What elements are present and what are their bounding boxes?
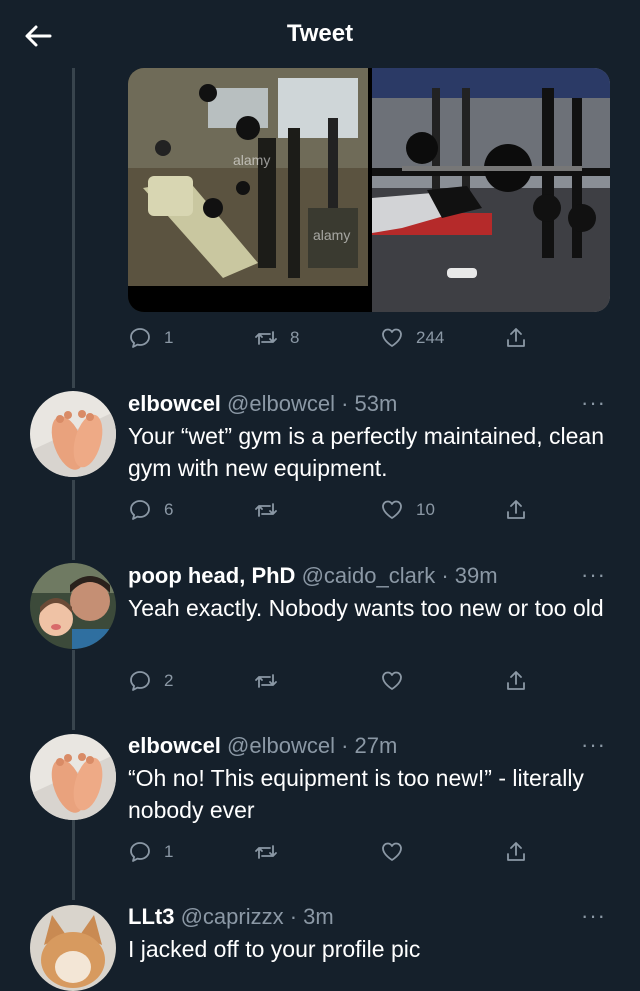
reply-icon — [130, 500, 150, 520]
tweet-text: Your “wet” gym is a perfectly maintained… — [128, 423, 604, 481]
retweet-button[interactable] — [254, 840, 290, 864]
share-icon — [507, 500, 525, 519]
like-count: 10 — [416, 500, 435, 519]
handle[interactable]: @elbowcel — [227, 391, 335, 416]
reply-tweet[interactable]: elbowcel @elbowcel · 53m ··· Your “wet” … — [128, 390, 618, 484]
more-icon[interactable]: ··· — [581, 390, 606, 416]
like-icon — [382, 842, 402, 861]
reply-tweet[interactable]: elbowcel @elbowcel · 27m ··· “Oh no! Thi… — [128, 732, 618, 826]
handle[interactable]: @caido_clark — [302, 563, 436, 588]
tweet-header: poop head, PhD @caido_clark · 39m — [128, 562, 618, 590]
thread-line — [72, 820, 75, 900]
share-icon — [507, 328, 525, 347]
timestamp: · 27m — [341, 733, 398, 758]
tweet-actions: 1 — [128, 840, 528, 870]
tweet-actions: 2 — [128, 669, 528, 699]
like-button[interactable]: 10 — [380, 498, 435, 522]
handle[interactable]: @caprizzx — [181, 904, 284, 929]
more-icon[interactable]: ··· — [581, 903, 606, 929]
thread-line — [72, 480, 75, 560]
header: Tweet — [0, 0, 640, 68]
tweet-media[interactable]: alamy alamy — [128, 68, 610, 312]
like-button[interactable] — [380, 840, 416, 864]
reply-icon — [130, 671, 150, 691]
tweet-actions: 1 8 244 — [128, 326, 528, 356]
share-button[interactable] — [504, 498, 540, 522]
share-icon — [507, 671, 525, 690]
share-button[interactable] — [504, 840, 540, 864]
like-icon — [382, 328, 402, 347]
tweet-text: “Oh no! This equipment is too new!” - li… — [128, 765, 584, 823]
retweet-icon — [255, 674, 277, 688]
tweet-header: LLt3 @caprizzx · 3m — [128, 903, 618, 931]
avatar[interactable] — [30, 391, 116, 477]
tweet-header: elbowcel @elbowcel · 27m — [128, 732, 618, 760]
retweet-count: 8 — [290, 328, 300, 347]
retweet-button[interactable]: 8 — [254, 326, 299, 350]
like-count: 244 — [416, 328, 445, 347]
reply-button[interactable]: 2 — [128, 669, 173, 693]
reply-count: 6 — [164, 500, 174, 519]
reply-button[interactable]: 1 — [128, 840, 173, 864]
display-name[interactable]: LLt3 — [128, 904, 174, 929]
reply-count: 2 — [164, 671, 174, 690]
share-icon — [507, 842, 525, 861]
retweet-icon — [255, 845, 277, 859]
tweet-actions: 6 10 — [128, 498, 528, 528]
reply-button[interactable]: 6 — [128, 498, 173, 522]
avatar[interactable] — [30, 905, 116, 991]
avatar[interactable] — [30, 563, 116, 649]
page-title: Tweet — [286, 20, 354, 47]
thread-line — [72, 650, 75, 730]
like-icon — [382, 500, 402, 519]
timestamp: · 53m — [341, 391, 398, 416]
reply-tweet[interactable]: LLt3 @caprizzx · 3m ··· I jacked off to … — [128, 903, 618, 965]
timestamp: · 3m — [289, 904, 334, 929]
retweet-button[interactable] — [254, 498, 290, 522]
reply-icon — [130, 328, 150, 348]
reply-tweet[interactable]: poop head, PhD @caido_clark · 39m ··· Ye… — [128, 562, 618, 624]
tweet-text: I jacked off to your profile pic — [128, 936, 421, 962]
tweet-header: elbowcel @elbowcel · 53m — [128, 390, 618, 418]
share-button[interactable] — [504, 669, 540, 693]
display-name[interactable]: elbowcel — [128, 733, 221, 758]
handle[interactable]: @elbowcel — [227, 733, 335, 758]
retweet-icon — [255, 503, 277, 517]
reply-button[interactable]: 1 — [128, 326, 173, 350]
tweet-text: Yeah exactly. Nobody wants too new or to… — [128, 595, 604, 621]
thread-line — [72, 68, 75, 388]
alamy-watermark: alamy — [233, 152, 270, 168]
like-icon — [382, 671, 402, 690]
retweet-icon — [255, 331, 277, 345]
gym-photo-2[interactable] — [372, 68, 610, 312]
retweet-button[interactable] — [254, 669, 290, 693]
reply-count: 1 — [164, 328, 174, 347]
display-name[interactable]: poop head, PhD — [128, 563, 295, 588]
share-button[interactable] — [504, 326, 540, 350]
reply-icon — [130, 842, 150, 862]
like-button[interactable] — [380, 669, 416, 693]
more-icon[interactable]: ··· — [581, 562, 606, 588]
reply-count: 1 — [164, 842, 174, 861]
like-button[interactable]: 244 — [380, 326, 444, 350]
alamy-watermark: alamy — [313, 227, 350, 243]
display-name[interactable]: elbowcel — [128, 391, 221, 416]
avatar[interactable] — [30, 734, 116, 820]
more-icon[interactable]: ··· — [581, 732, 606, 758]
gym-photo-1[interactable]: alamy alamy — [128, 68, 368, 312]
timestamp: · 39m — [441, 563, 498, 588]
